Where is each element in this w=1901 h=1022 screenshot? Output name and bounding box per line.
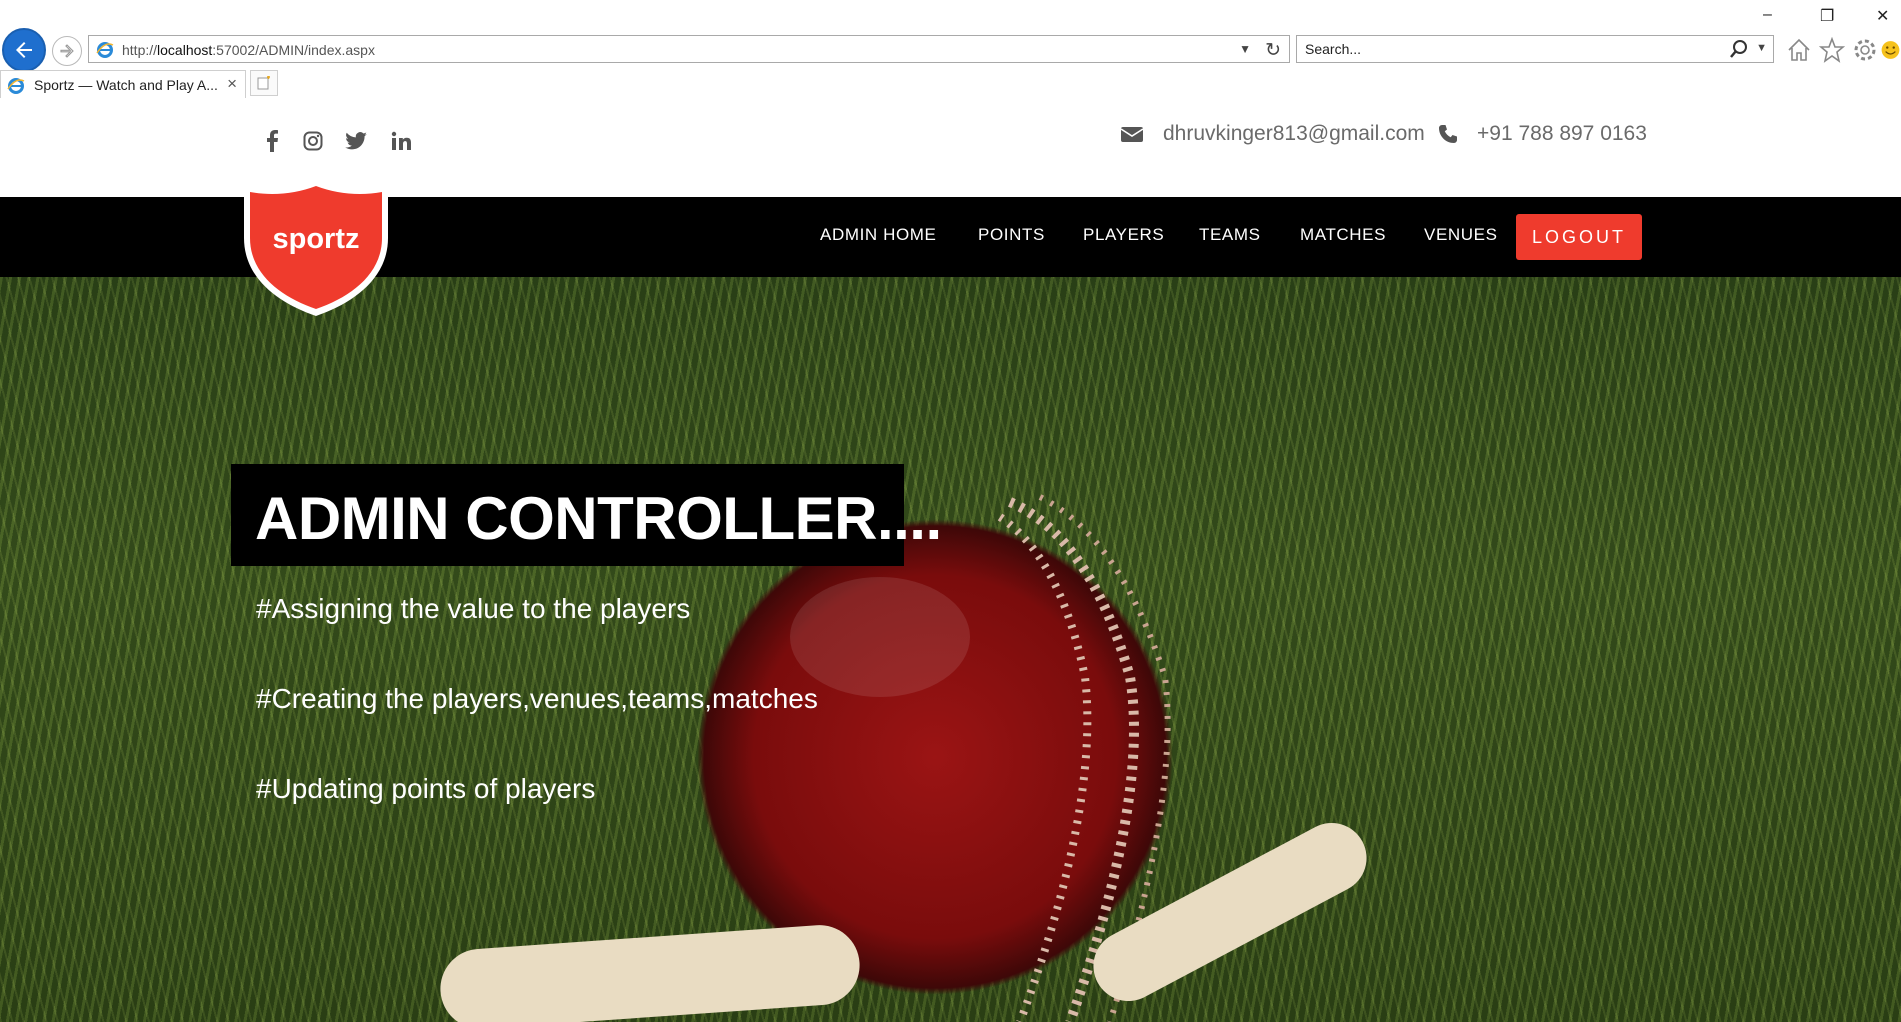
contact-phone[interactable]: +91 788 897 0163 xyxy=(1477,122,1647,146)
ie-logo-icon xyxy=(7,78,25,94)
browser-tab[interactable]: Sportz — Watch and Play A... × xyxy=(0,70,246,98)
back-button[interactable] xyxy=(2,28,46,72)
chevron-down-icon[interactable]: ▼ xyxy=(1756,42,1767,54)
nav-points[interactable]: POINTS xyxy=(978,225,1045,245)
restore-button[interactable]: ❐ xyxy=(1820,6,1834,26)
close-window-button[interactable]: ✕ xyxy=(1876,6,1889,26)
chevron-down-icon[interactable]: ▼ xyxy=(1239,42,1251,56)
linkedin-icon[interactable] xyxy=(386,126,416,156)
hero-background xyxy=(0,277,1901,1022)
settings-gear-icon[interactable] xyxy=(1851,36,1879,64)
web-page: dhruvkinger813@gmail.com +91 788 897 016… xyxy=(0,98,1901,1022)
cricket-ball-seam xyxy=(790,494,1171,1022)
headline-box: ADMIN CONTROLLER.... xyxy=(231,464,942,566)
page-title: ADMIN CONTROLLER.... xyxy=(255,485,942,552)
arrow-left-icon xyxy=(16,42,32,58)
nav-teams[interactable]: TEAMS xyxy=(1199,225,1261,245)
envelope-icon xyxy=(1120,127,1144,142)
instagram-icon[interactable] xyxy=(298,126,328,156)
tab-title: Sportz — Watch and Play A... xyxy=(34,77,218,93)
home-icon[interactable] xyxy=(1785,36,1813,64)
close-tab-icon[interactable]: × xyxy=(227,74,237,94)
feature-item: #Updating points of players xyxy=(256,773,596,804)
refresh-icon[interactable]: ↻ xyxy=(1265,39,1281,62)
nav-admin-home[interactable]: ADMIN HOME xyxy=(820,225,937,245)
feature-item: #Creating the players,venues,teams,match… xyxy=(256,683,818,714)
forward-button[interactable] xyxy=(52,36,82,66)
arrow-right-icon xyxy=(60,44,74,58)
browser-chrome: http://localhost:57002/ADMIN/index.aspx … xyxy=(0,0,1901,98)
logo-text: sportz xyxy=(273,223,360,255)
address-bar[interactable]: http://localhost:57002/ADMIN/index.aspx … xyxy=(88,35,1290,63)
sportz-logo[interactable]: sportz xyxy=(238,178,394,318)
nav-venues[interactable]: VENUES xyxy=(1424,225,1498,245)
phone-icon xyxy=(1439,125,1457,143)
ie-logo-icon xyxy=(96,42,114,58)
search-box[interactable]: ▼ xyxy=(1296,35,1774,63)
minimize-button[interactable]: – xyxy=(1763,6,1772,24)
contact-email[interactable]: dhruvkinger813@gmail.com xyxy=(1163,122,1425,146)
nav-matches[interactable]: MATCHES xyxy=(1300,225,1386,245)
facebook-icon[interactable] xyxy=(257,126,287,156)
search-input[interactable] xyxy=(1303,40,1707,58)
url-text: http://localhost:57002/ADMIN/index.aspx xyxy=(122,42,375,58)
new-tab-icon xyxy=(257,76,270,90)
nav-players[interactable]: PLAYERS xyxy=(1083,225,1164,245)
feedback-smiley-icon[interactable] xyxy=(1880,36,1901,64)
logout-button[interactable]: LOGOUT xyxy=(1516,214,1642,260)
feature-item: #Assigning the value to the players xyxy=(256,593,691,624)
favorites-star-icon[interactable] xyxy=(1818,36,1846,64)
search-icon[interactable] xyxy=(1729,39,1749,59)
twitter-icon[interactable] xyxy=(341,126,371,156)
new-tab-button[interactable] xyxy=(250,70,278,96)
